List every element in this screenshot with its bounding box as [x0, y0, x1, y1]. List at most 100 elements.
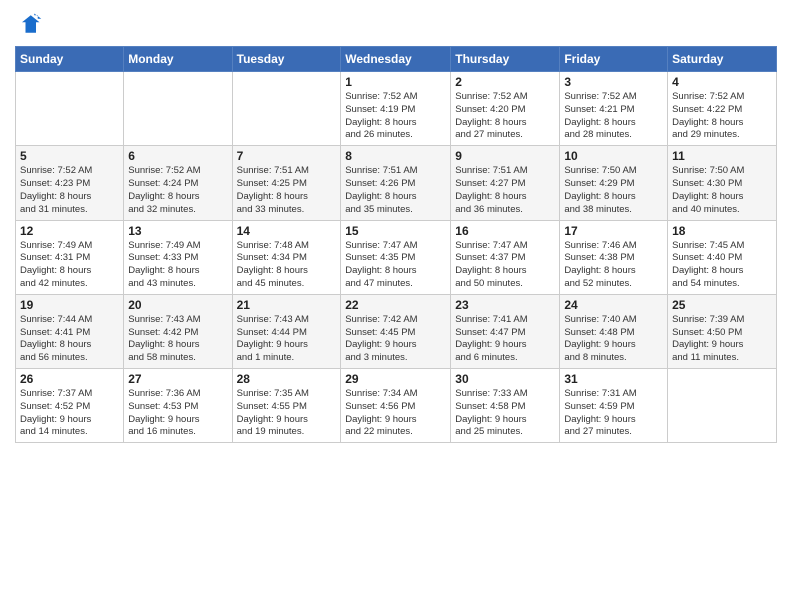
calendar-week-row: 5 Sunrise: 7:52 AM Sunset: 4:23 PM Daylig… [16, 146, 777, 220]
day-number: 12 [20, 224, 119, 238]
day-info: Sunrise: 7:52 AM Sunset: 4:24 PM Dayligh… [128, 165, 227, 216]
calendar-day-cell: 17Sunrise: 7:46 AM Sunset: 4:38 PM Dayli… [560, 220, 668, 294]
calendar-day-cell: 10Sunrise: 7:50 AM Sunset: 4:29 PM Dayli… [560, 146, 668, 220]
day-number: 6 [128, 149, 227, 163]
day-number: 24 [564, 298, 663, 312]
day-info: Sunrise: 7:52 AM Sunset: 4:20 PM Dayligh… [455, 91, 555, 142]
page: SundayMondayTuesdayWednesdayThursdayFrid… [0, 0, 792, 612]
day-info: Sunrise: 7:47 AM Sunset: 4:37 PM Dayligh… [455, 240, 555, 291]
day-number: 3 [564, 75, 663, 89]
day-info: Sunrise: 7:52 AM Sunset: 4:23 PM Dayligh… [20, 165, 119, 216]
calendar-day-cell: 15 Sunrise: 7:47 AM Sunset: 4:35 PM Dayli… [341, 220, 451, 294]
day-number: 15 [345, 224, 446, 238]
calendar-day-cell: 8Sunrise: 7:51 AM Sunset: 4:26 PM Daylig… [341, 146, 451, 220]
calendar-day-cell: 6 Sunrise: 7:52 AM Sunset: 4:24 PM Daylig… [124, 146, 232, 220]
day-info: Sunrise: 7:48 AM Sunset: 4:34 PM Dayligh… [237, 240, 337, 291]
calendar-day-cell: 27Sunrise: 7:36 AM Sunset: 4:53 PM Dayli… [124, 369, 232, 443]
day-info: Sunrise: 7:52 AM Sunset: 4:21 PM Dayligh… [564, 91, 663, 142]
weekday-header-tuesday: Tuesday [232, 47, 341, 72]
day-info: Sunrise: 7:43 AM Sunset: 4:44 PM Dayligh… [237, 314, 337, 365]
day-number: 18 [672, 224, 772, 238]
day-number: 26 [20, 372, 119, 386]
calendar-day-cell: 13 Sunrise: 7:49 AM Sunset: 4:33 PM Dayli… [124, 220, 232, 294]
day-info: Sunrise: 7:51 AM Sunset: 4:26 PM Dayligh… [345, 165, 446, 216]
logo-icon [15, 10, 43, 38]
day-number: 19 [20, 298, 119, 312]
calendar-day-cell: 7Sunrise: 7:51 AM Sunset: 4:25 PM Daylig… [232, 146, 341, 220]
weekday-header-saturday: Saturday [668, 47, 777, 72]
day-number: 9 [455, 149, 555, 163]
calendar-day-cell: 14 Sunrise: 7:48 AM Sunset: 4:34 PM Dayli… [232, 220, 341, 294]
weekday-header-friday: Friday [560, 47, 668, 72]
day-number: 30 [455, 372, 555, 386]
day-number: 29 [345, 372, 446, 386]
calendar-day-cell: 30 Sunrise: 7:33 AM Sunset: 4:58 PM Dayli… [451, 369, 560, 443]
day-info: Sunrise: 7:49 AM Sunset: 4:31 PM Dayligh… [20, 240, 119, 291]
day-info: Sunrise: 7:33 AM Sunset: 4:58 PM Dayligh… [455, 388, 555, 439]
logo [15, 10, 46, 38]
day-info: Sunrise: 7:39 AM Sunset: 4:50 PM Dayligh… [672, 314, 772, 365]
weekday-header-wednesday: Wednesday [341, 47, 451, 72]
weekday-header-monday: Monday [124, 47, 232, 72]
calendar-week-row: 26Sunrise: 7:37 AM Sunset: 4:52 PM Dayli… [16, 369, 777, 443]
day-info: Sunrise: 7:42 AM Sunset: 4:45 PM Dayligh… [345, 314, 446, 365]
calendar-week-row: 12 Sunrise: 7:49 AM Sunset: 4:31 PM Dayli… [16, 220, 777, 294]
day-info: Sunrise: 7:31 AM Sunset: 4:59 PM Dayligh… [564, 388, 663, 439]
day-info: Sunrise: 7:45 AM Sunset: 4:40 PM Dayligh… [672, 240, 772, 291]
header [15, 10, 777, 38]
day-number: 31 [564, 372, 663, 386]
calendar-day-cell: 4 Sunrise: 7:52 AM Sunset: 4:22 PM Daylig… [668, 72, 777, 146]
calendar-day-cell: 22 Sunrise: 7:42 AM Sunset: 4:45 PM Dayli… [341, 294, 451, 368]
calendar-day-cell: 24 Sunrise: 7:40 AM Sunset: 4:48 PM Dayli… [560, 294, 668, 368]
day-number: 14 [237, 224, 337, 238]
day-info: Sunrise: 7:43 AM Sunset: 4:42 PM Dayligh… [128, 314, 227, 365]
day-number: 25 [672, 298, 772, 312]
day-info: Sunrise: 7:44 AM Sunset: 4:41 PM Dayligh… [20, 314, 119, 365]
calendar-day-cell: 19 Sunrise: 7:44 AM Sunset: 4:41 PM Dayli… [16, 294, 124, 368]
day-number: 4 [672, 75, 772, 89]
empty-cell [16, 72, 124, 146]
day-info: Sunrise: 7:52 AM Sunset: 4:19 PM Dayligh… [345, 91, 446, 142]
day-number: 22 [345, 298, 446, 312]
day-number: 13 [128, 224, 227, 238]
empty-cell [124, 72, 232, 146]
day-info: Sunrise: 7:34 AM Sunset: 4:56 PM Dayligh… [345, 388, 446, 439]
day-info: Sunrise: 7:41 AM Sunset: 4:47 PM Dayligh… [455, 314, 555, 365]
day-info: Sunrise: 7:35 AM Sunset: 4:55 PM Dayligh… [237, 388, 337, 439]
calendar-day-cell: 21 Sunrise: 7:43 AM Sunset: 4:44 PM Dayli… [232, 294, 341, 368]
calendar-table: SundayMondayTuesdayWednesdayThursdayFrid… [15, 46, 777, 443]
day-info: Sunrise: 7:49 AM Sunset: 4:33 PM Dayligh… [128, 240, 227, 291]
weekday-header-thursday: Thursday [451, 47, 560, 72]
day-number: 23 [455, 298, 555, 312]
calendar-day-cell: 29 Sunrise: 7:34 AM Sunset: 4:56 PM Dayli… [341, 369, 451, 443]
day-number: 1 [345, 75, 446, 89]
day-number: 5 [20, 149, 119, 163]
day-number: 10 [564, 149, 663, 163]
calendar-day-cell: 31 Sunrise: 7:31 AM Sunset: 4:59 PM Dayli… [560, 369, 668, 443]
day-number: 20 [128, 298, 227, 312]
empty-cell [668, 369, 777, 443]
calendar-day-cell: 2 Sunrise: 7:52 AM Sunset: 4:20 PM Daylig… [451, 72, 560, 146]
day-info: Sunrise: 7:52 AM Sunset: 4:22 PM Dayligh… [672, 91, 772, 142]
calendar-day-cell: 28 Sunrise: 7:35 AM Sunset: 4:55 PM Dayli… [232, 369, 341, 443]
calendar-week-row: 19 Sunrise: 7:44 AM Sunset: 4:41 PM Dayli… [16, 294, 777, 368]
day-number: 11 [672, 149, 772, 163]
calendar-day-cell: 3 Sunrise: 7:52 AM Sunset: 4:21 PM Daylig… [560, 72, 668, 146]
day-number: 2 [455, 75, 555, 89]
calendar-day-cell: 9Sunrise: 7:51 AM Sunset: 4:27 PM Daylig… [451, 146, 560, 220]
day-number: 16 [455, 224, 555, 238]
day-number: 27 [128, 372, 227, 386]
calendar-week-row: 1 Sunrise: 7:52 AM Sunset: 4:19 PM Daylig… [16, 72, 777, 146]
day-number: 21 [237, 298, 337, 312]
day-number: 28 [237, 372, 337, 386]
calendar-day-cell: 23 Sunrise: 7:41 AM Sunset: 4:47 PM Dayli… [451, 294, 560, 368]
day-info: Sunrise: 7:40 AM Sunset: 4:48 PM Dayligh… [564, 314, 663, 365]
calendar-day-cell: 11Sunrise: 7:50 AM Sunset: 4:30 PM Dayli… [668, 146, 777, 220]
empty-cell [232, 72, 341, 146]
calendar-day-cell: 25 Sunrise: 7:39 AM Sunset: 4:50 PM Dayli… [668, 294, 777, 368]
calendar-day-cell: 20 Sunrise: 7:43 AM Sunset: 4:42 PM Dayli… [124, 294, 232, 368]
calendar-day-cell: 12 Sunrise: 7:49 AM Sunset: 4:31 PM Dayli… [16, 220, 124, 294]
weekday-header-row: SundayMondayTuesdayWednesdayThursdayFrid… [16, 47, 777, 72]
weekday-header-sunday: Sunday [16, 47, 124, 72]
day-info: Sunrise: 7:47 AM Sunset: 4:35 PM Dayligh… [345, 240, 446, 291]
